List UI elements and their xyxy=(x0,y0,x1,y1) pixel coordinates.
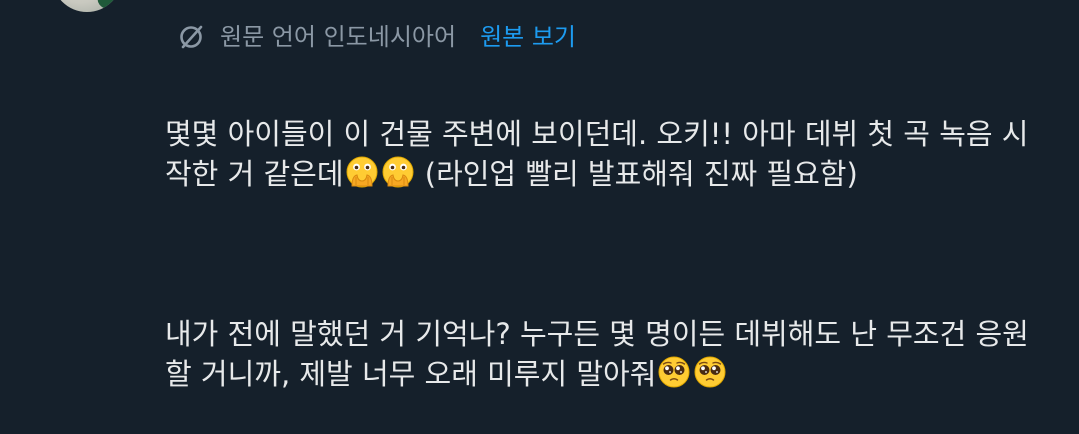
tweet-paragraph-1-tail: (라인업 빨리 발표해줘 진짜 필요함) xyxy=(415,157,858,191)
translate-icon xyxy=(176,22,206,52)
tweet-paragraph-2-text: 내가 전에 말했던 거 기억나? 누구든 몇 명이든 데뷔해도 난 무조건 응원… xyxy=(165,317,1029,391)
tweet-paragraph-2: 내가 전에 말했던 거 기억나? 누구든 몇 명이든 데뷔해도 난 무조건 응원… xyxy=(165,314,1055,394)
tweet-text: 몇몇 아이들이 이 건물 주변에 보이던데. 오키!! 아마 데뷔 첫 곡 녹음… xyxy=(165,74,1055,434)
face-with-open-eyes-and-hand-over-mouth-icon xyxy=(345,155,379,189)
avatar-decoration xyxy=(95,0,122,12)
show-original-link[interactable]: 원본 보기 xyxy=(480,20,576,54)
translation-bar: 원문 언어 인도네시아어 원본 보기 xyxy=(176,20,576,54)
original-language-label: 원문 언어 인도네시아어 xyxy=(220,23,457,51)
pleading-face-icon xyxy=(657,355,691,389)
user-avatar[interactable] xyxy=(52,0,122,12)
tweet-paragraph-1: 몇몇 아이들이 이 건물 주변에 보이던데. 오키!! 아마 데뷔 첫 곡 녹음… xyxy=(165,114,1055,194)
face-with-open-eyes-and-hand-over-mouth-icon xyxy=(381,155,415,189)
pleading-face-icon xyxy=(693,355,727,389)
